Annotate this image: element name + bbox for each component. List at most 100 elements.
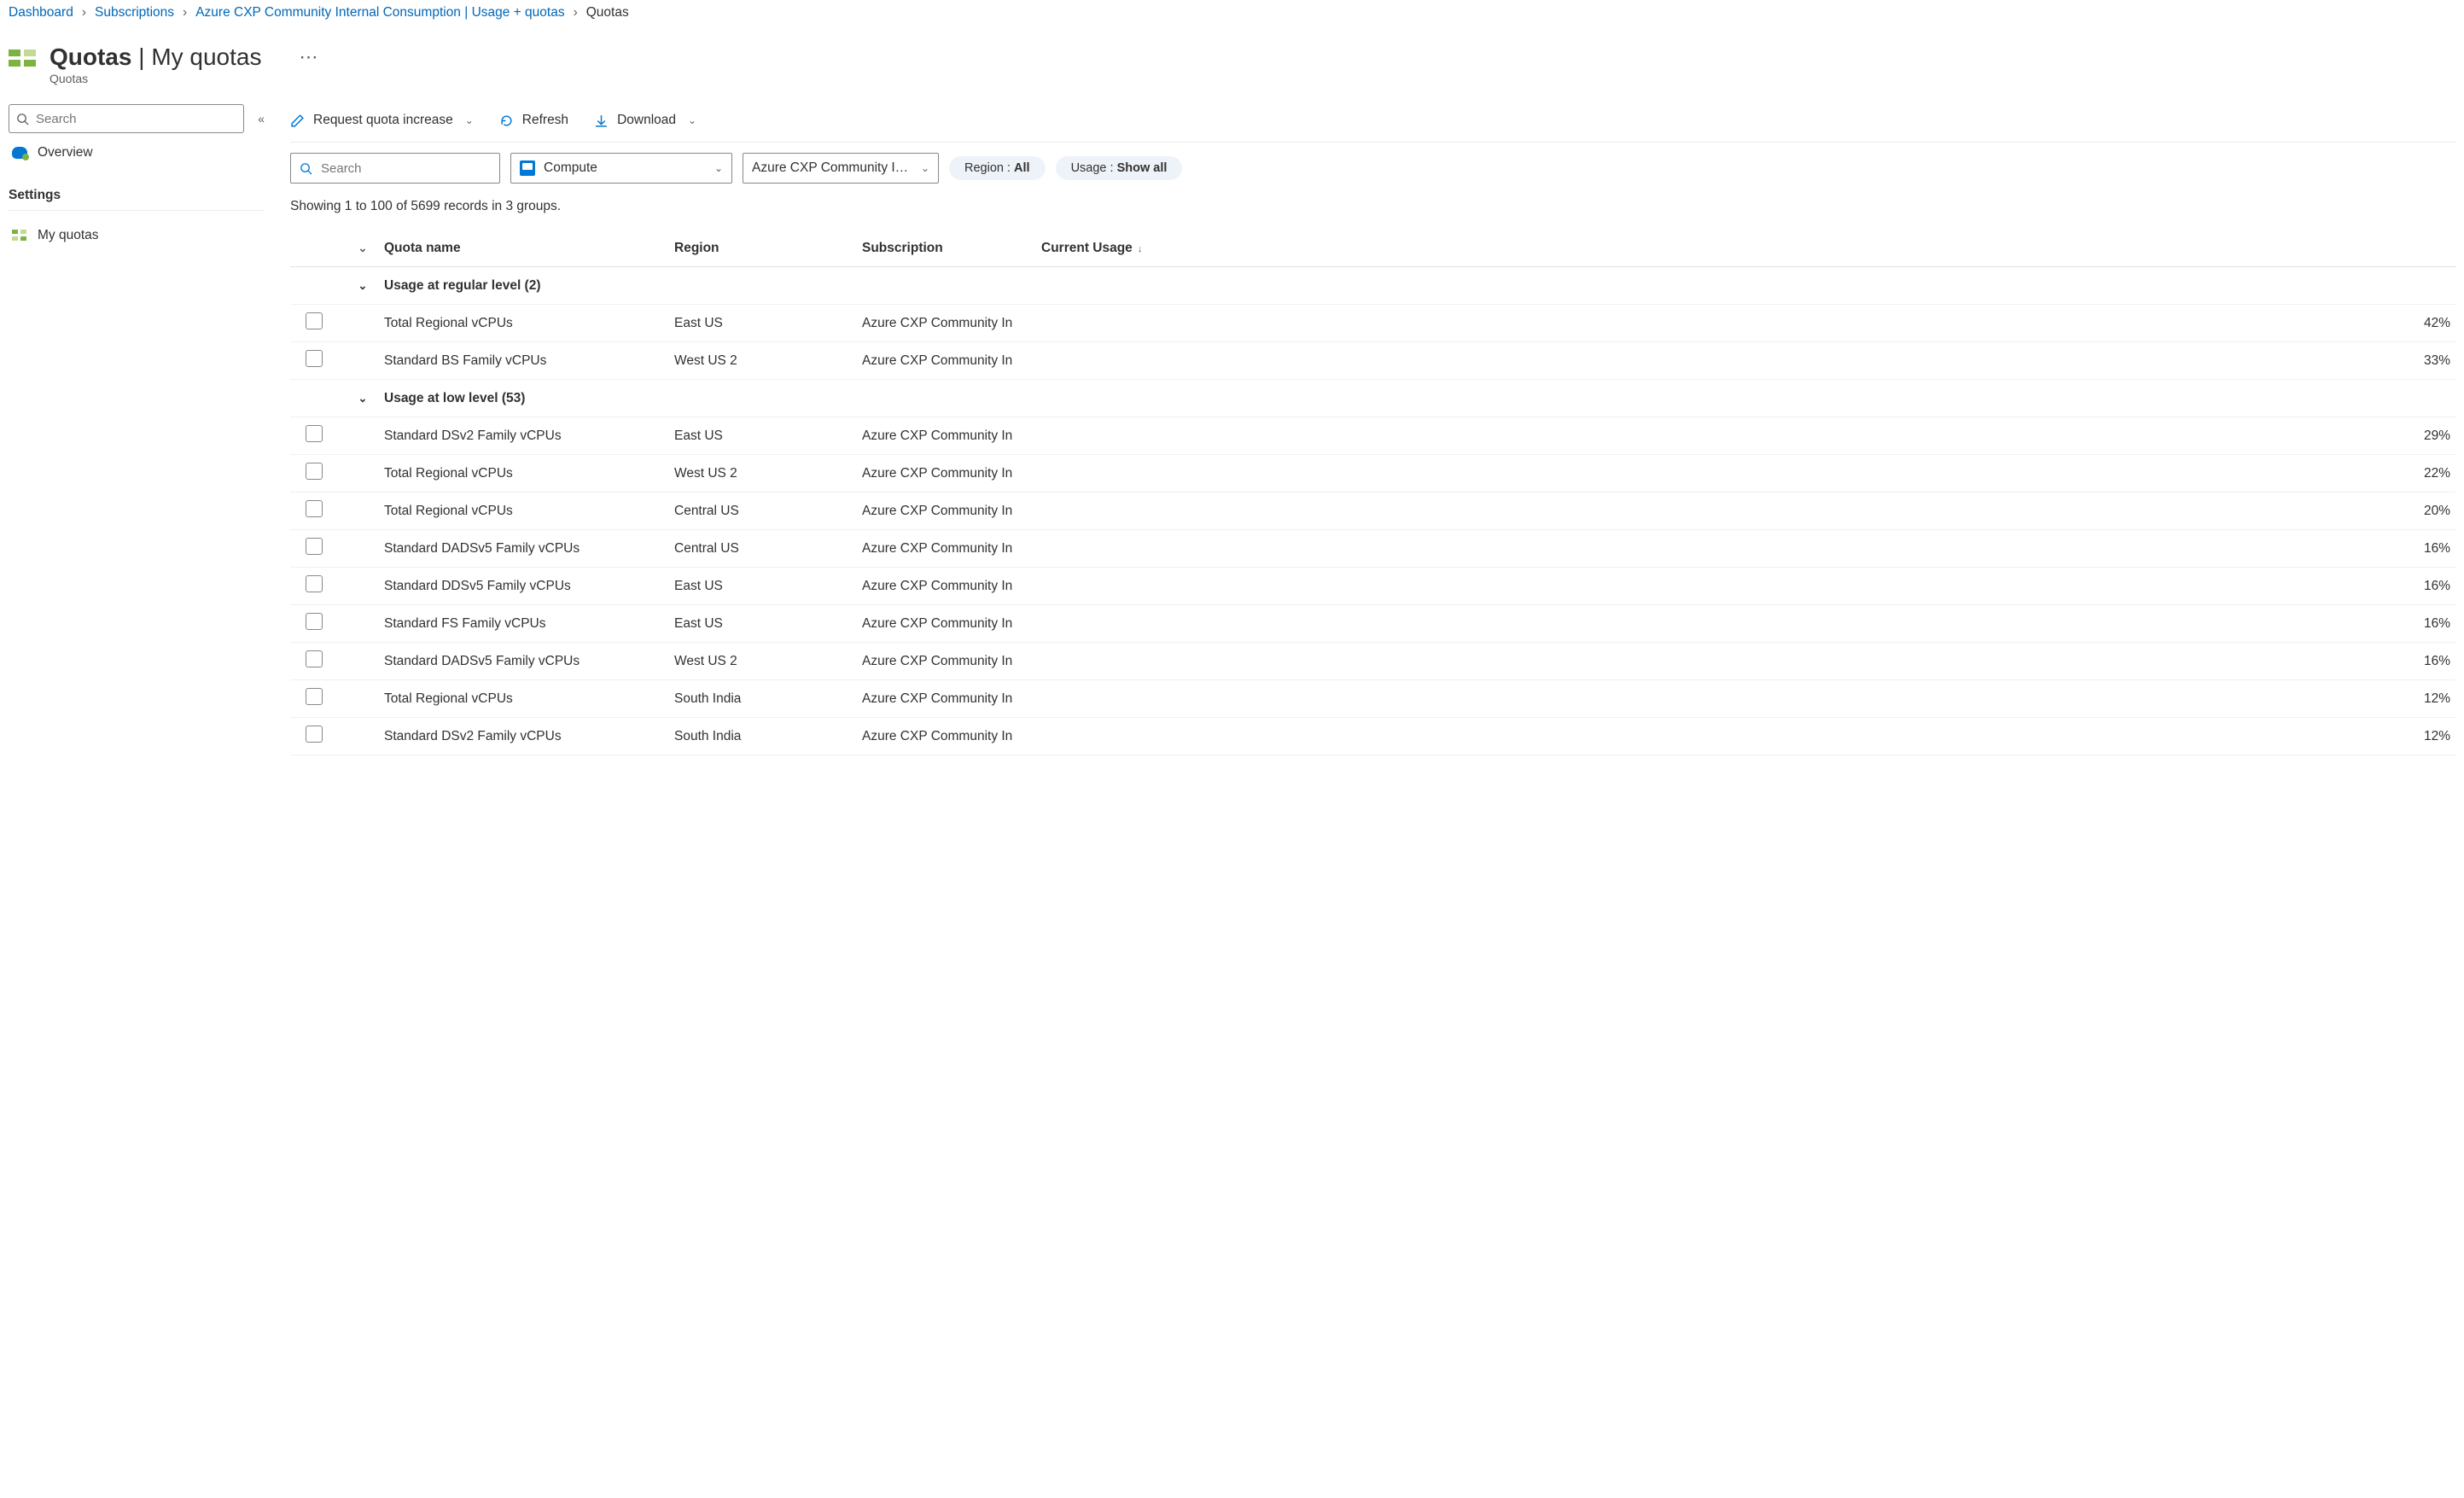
chevron-down-icon: ⌄ [921, 162, 929, 174]
cell-region: East US [674, 579, 862, 594]
cell-subscription: Azure CXP Community In [862, 466, 1041, 481]
cmd-label: Request quota increase [313, 113, 453, 128]
row-checkbox[interactable] [306, 425, 323, 442]
table-row[interactable]: Total Regional vCPUsCentral USAzure CXP … [290, 493, 2455, 530]
page-title-light: My quotas [151, 44, 261, 70]
cell-subscription: Azure CXP Community In [862, 541, 1041, 557]
group-header[interactable]: ⌄Usage at low level (53) [290, 380, 2455, 417]
provider-dropdown[interactable]: Compute ⌄ [510, 153, 732, 184]
table-row[interactable]: Total Regional vCPUsWest US 2Azure CXP C… [290, 455, 2455, 493]
cell-region: West US 2 [674, 466, 862, 481]
row-checkbox[interactable] [306, 500, 323, 517]
row-checkbox[interactable] [306, 613, 323, 630]
cell-subscription: Azure CXP Community In [862, 504, 1041, 519]
col-current-usage[interactable]: Current Usage↓ [1041, 241, 2396, 256]
sidebar-item-my-quotas[interactable]: My quotas [9, 216, 265, 255]
cell-subscription: Azure CXP Community In [862, 691, 1041, 707]
cell-subscription: Azure CXP Community In [862, 654, 1041, 669]
cell-usage-pct: 16% [2396, 654, 2455, 669]
cell-quota-name: Standard DADSv5 Family vCPUs [384, 541, 674, 557]
sidebar-item-label: Overview [38, 145, 93, 160]
table-row[interactable]: Standard FS Family vCPUsEast USAzure CXP… [290, 605, 2455, 643]
collapse-all-button[interactable]: ⌄ [358, 242, 368, 255]
table-row[interactable]: Standard DADSv5 Family vCPUsWest US 2Azu… [290, 643, 2455, 680]
table-row[interactable]: Standard DSv2 Family vCPUsEast USAzure C… [290, 417, 2455, 455]
col-quota-name[interactable]: Quota name [384, 241, 674, 256]
breadcrumb-quotas[interactable]: Quotas [586, 5, 629, 20]
breadcrumb-dashboard[interactable]: Dashboard [9, 5, 73, 20]
page-subtitle: Quotas [9, 72, 2455, 85]
row-checkbox[interactable] [306, 312, 323, 329]
sidebar-item-label: My quotas [38, 228, 99, 243]
cell-usage-pct: 12% [2396, 729, 2455, 744]
search-icon [300, 162, 312, 175]
breadcrumb-subscriptions[interactable]: Subscriptions [95, 5, 174, 20]
row-checkbox[interactable] [306, 463, 323, 480]
page-title: Quotas | My quotas [50, 44, 261, 71]
chevron-right-icon: › [574, 5, 578, 20]
sidebar-search[interactable] [9, 104, 244, 133]
group-title: Usage at regular level (2) [384, 278, 2455, 294]
table-row[interactable]: Total Regional vCPUsEast USAzure CXP Com… [290, 305, 2455, 342]
col-subscription[interactable]: Subscription [862, 241, 1041, 256]
region-filter-pill[interactable]: Region : All [949, 156, 1046, 180]
filter-bar: Compute ⌄ Azure CXP Community I… ⌄ Regio… [290, 143, 2455, 194]
row-checkbox[interactable] [306, 538, 323, 555]
cell-usage-pct: 22% [2396, 466, 2455, 481]
row-checkbox[interactable] [306, 650, 323, 667]
cell-region: Central US [674, 504, 862, 519]
compute-icon [520, 160, 535, 176]
page-header: Quotas | My quotas ⋯ [9, 26, 2455, 73]
provider-value: Compute [544, 160, 597, 176]
collapse-sidebar-button[interactable]: « [258, 112, 265, 125]
request-quota-increase-button[interactable]: Request quota increase ⌄ [290, 113, 474, 128]
pill-label: Region : [964, 161, 1014, 175]
refresh-button[interactable]: Refresh [499, 113, 568, 128]
row-checkbox[interactable] [306, 350, 323, 367]
cell-quota-name: Standard BS Family vCPUs [384, 353, 674, 369]
filter-search[interactable] [290, 153, 500, 184]
cell-usage-pct: 16% [2396, 616, 2455, 632]
cell-region: East US [674, 316, 862, 331]
usage-filter-pill[interactable]: Usage : Show all [1056, 156, 1183, 180]
table-row[interactable]: Standard DDSv5 Family vCPUsEast USAzure … [290, 568, 2455, 605]
chevron-down-icon[interactable]: ⌄ [358, 392, 368, 405]
chevron-right-icon: › [183, 5, 187, 20]
page-title-sep: | [131, 44, 151, 70]
sidebar-section-settings: Settings [9, 172, 265, 211]
cell-subscription: Azure CXP Community In [862, 616, 1041, 632]
breadcrumb-usage-quotas[interactable]: Azure CXP Community Internal Consumption… [195, 5, 564, 20]
cell-subscription: Azure CXP Community In [862, 428, 1041, 444]
command-bar: Request quota increase ⌄ Refresh Downloa… [290, 104, 2455, 143]
main-content: Request quota increase ⌄ Refresh Downloa… [265, 104, 2455, 755]
row-checkbox[interactable] [306, 575, 323, 592]
chevron-down-icon: ⌄ [465, 114, 474, 126]
table-row[interactable]: Standard DADSv5 Family vCPUsCentral USAz… [290, 530, 2455, 568]
cell-quota-name: Total Regional vCPUs [384, 504, 674, 519]
more-actions-button[interactable]: ⋯ [290, 46, 326, 68]
chevron-down-icon[interactable]: ⌄ [358, 279, 368, 293]
pill-value: Show all [1117, 161, 1168, 175]
search-icon [16, 113, 29, 125]
col-region[interactable]: Region [674, 241, 862, 256]
filter-search-input[interactable] [321, 161, 491, 176]
cell-quota-name: Total Regional vCPUs [384, 691, 674, 707]
cell-region: Central US [674, 541, 862, 557]
sidebar-item-overview[interactable]: Overview [9, 133, 265, 172]
cell-quota-name: Standard FS Family vCPUs [384, 616, 674, 632]
cell-region: East US [674, 428, 862, 444]
sidebar-search-input[interactable] [36, 112, 236, 126]
cell-quota-name: Standard DSv2 Family vCPUs [384, 729, 674, 744]
chevron-right-icon: › [82, 5, 86, 20]
sidebar: « Overview Settings My quotas [9, 104, 265, 755]
breadcrumb: Dashboard › Subscriptions › Azure CXP Co… [9, 0, 2455, 26]
subscription-dropdown[interactable]: Azure CXP Community I… ⌄ [743, 153, 939, 184]
cell-quota-name: Total Regional vCPUs [384, 466, 674, 481]
row-checkbox[interactable] [306, 688, 323, 705]
group-header[interactable]: ⌄ Usage at regular level (2) [290, 267, 2455, 305]
row-checkbox[interactable] [306, 726, 323, 743]
table-row[interactable]: Standard DSv2 Family vCPUsSouth IndiaAzu… [290, 718, 2455, 755]
table-row[interactable]: Total Regional vCPUsSouth IndiaAzure CXP… [290, 680, 2455, 718]
table-row[interactable]: Standard BS Family vCPUsWest US 2Azure C… [290, 342, 2455, 380]
download-button[interactable]: Download ⌄ [594, 113, 696, 128]
